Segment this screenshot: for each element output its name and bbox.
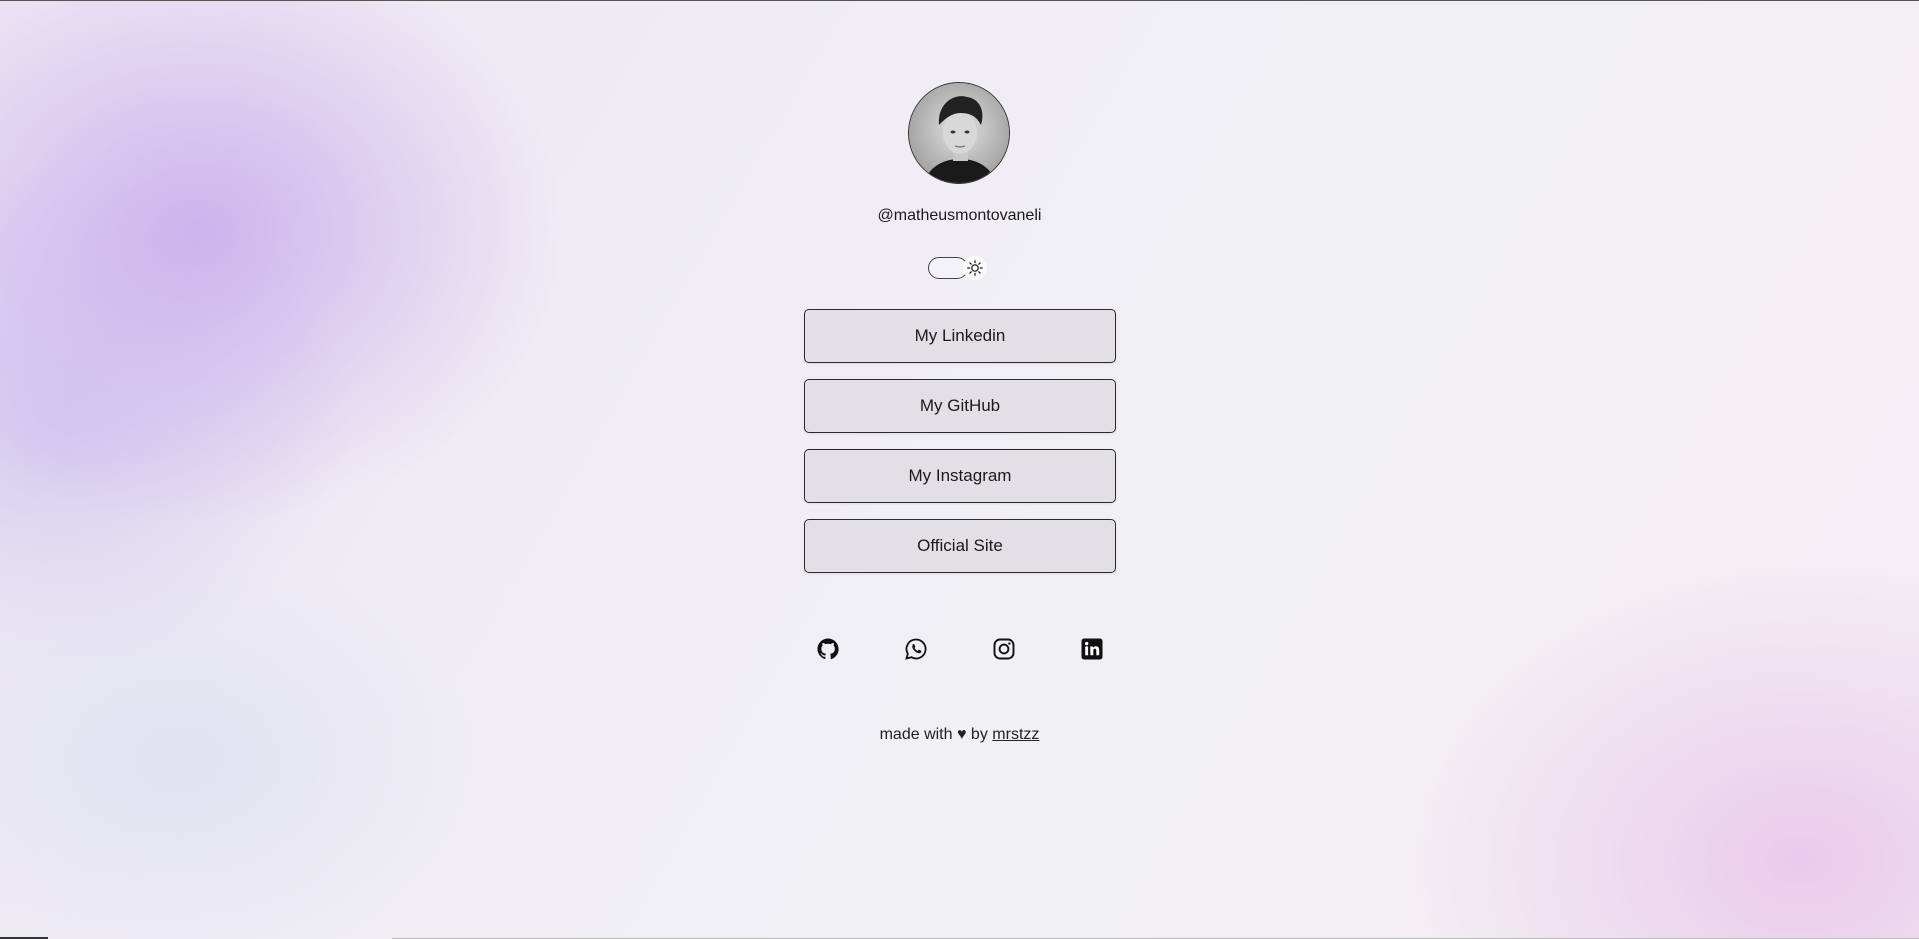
linkedin-link-button[interactable]: My Linkedin xyxy=(804,309,1116,363)
footer-by: by xyxy=(970,726,988,743)
username: @matheusmontovaneli xyxy=(877,207,1042,224)
linkedin-icon xyxy=(1081,638,1103,660)
link-list: My Linkedin My GitHub My Instagram Offic… xyxy=(804,309,1116,589)
footer-prefix: made with xyxy=(879,726,953,743)
official-site-link-button[interactable]: Official Site xyxy=(804,519,1116,573)
heart-icon: ♥ xyxy=(956,726,967,743)
toggle-knob xyxy=(963,256,987,280)
whatsapp-social-link[interactable] xyxy=(903,636,929,662)
avatar xyxy=(908,82,1010,184)
instagram-social-link[interactable] xyxy=(991,636,1017,662)
github-link-button[interactable]: My GitHub xyxy=(804,379,1116,433)
social-icons xyxy=(815,636,1105,662)
theme-toggle[interactable] xyxy=(928,256,992,282)
github-social-link[interactable] xyxy=(815,636,841,662)
sun-icon xyxy=(967,260,983,276)
toggle-track xyxy=(928,257,968,279)
top-border xyxy=(0,0,1919,1)
author-link[interactable]: mrstzz xyxy=(992,726,1039,743)
whatsapp-icon xyxy=(905,638,927,660)
github-icon xyxy=(817,638,839,660)
linkedin-social-link[interactable] xyxy=(1079,636,1105,662)
avatar-photo xyxy=(909,83,1009,183)
instagram-icon xyxy=(993,638,1015,660)
footer: made with ♥ by mrstzz xyxy=(0,726,1919,744)
instagram-link-button[interactable]: My Instagram xyxy=(804,449,1116,503)
